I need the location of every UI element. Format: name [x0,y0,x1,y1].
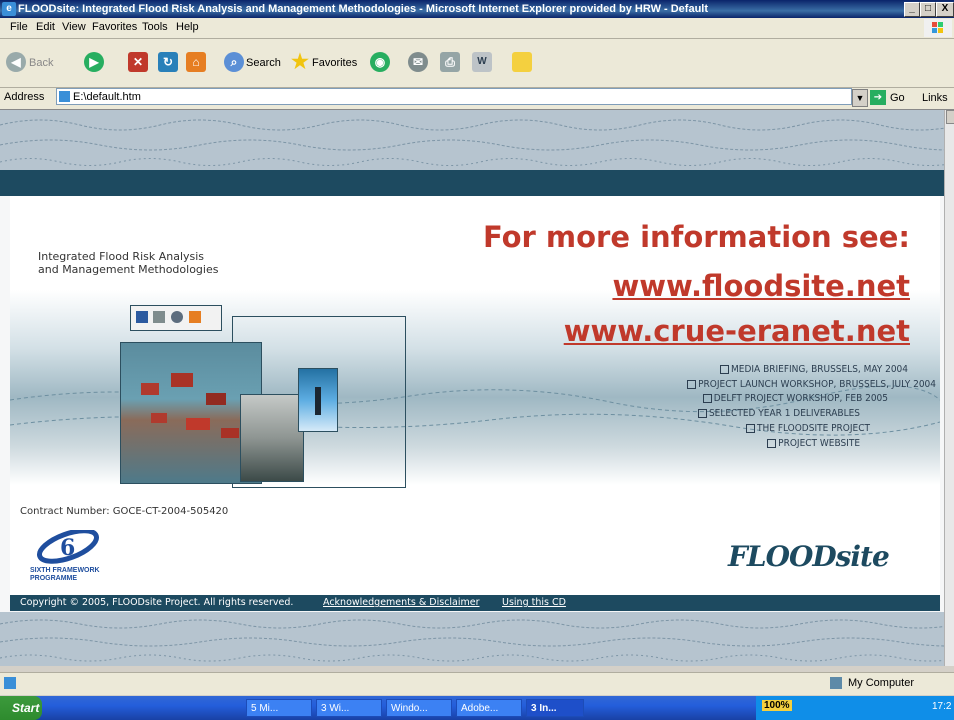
menu-tools[interactable]: Tools [142,21,168,33]
nav-link-media-briefing[interactable]: MEDIA BRIEFING, BRUSSELS, MAY 2004 [720,364,908,375]
start-button[interactable]: Start [0,696,42,720]
storm-wave-photo [240,394,304,482]
ie-app-icon: e [2,2,16,16]
header-dark-band [0,170,944,196]
subtitle-line-2: and Management Methodologies [38,263,219,276]
logo-flood-text: FLOOD [728,540,837,573]
address-input[interactable]: E:\default.htm [56,88,852,105]
nav-link-project-website[interactable]: PROJECT WEBSITE [767,438,860,449]
page-status-icon [4,677,16,689]
page-icon [59,91,70,102]
menu-file[interactable]: File [10,21,28,33]
vertical-scrollbar[interactable] [944,110,954,666]
search-button[interactable]: Search [246,57,281,69]
save-icon[interactable] [136,311,148,323]
checkbox-icon [720,364,730,374]
nav-link-list: MEDIA BRIEFING, BRUSSELS, MAY 2004 PROJE… [560,364,936,464]
lighthouse-photo [298,368,338,432]
menu-bar: File Edit View Favorites Tools Help [0,18,954,39]
checkbox-icon [746,423,756,433]
taskbar-button-ie[interactable]: 3 In... [526,699,584,717]
footer-dark-band: Copyright © 2005, FLOODsite Project. All… [10,595,940,611]
svg-text:6: 6 [60,535,75,561]
copyright-text: Copyright © 2005, FLOODsite Project. All… [20,597,294,608]
using-cd-link[interactable]: Using this CD [502,597,566,608]
address-value: E:\default.htm [73,91,141,103]
taskbar-button-window[interactable]: Windo... [386,699,452,717]
nav-link-delft-workshop[interactable]: DELFT PROJECT WORKSHOP, FEB 2005 [702,393,888,404]
acknowledgements-link[interactable]: Acknowledgements & Disclaimer [323,597,480,608]
window-title: FLOODsite: Integrated Flood Risk Analysi… [18,3,709,15]
zoom-indicator[interactable]: 100% [762,700,792,711]
print-icon[interactable]: ⎙ [440,52,460,72]
taskbar-button-windows[interactable]: 3 Wi... [316,699,382,717]
close-button[interactable]: X [936,2,954,17]
refresh-icon[interactable]: ↻ [158,52,178,72]
taskbar-button-adobe[interactable]: Adobe... [456,699,522,717]
media-icon[interactable]: ◉ [370,52,390,72]
nav-link-launch-workshop[interactable]: PROJECT LAUNCH WORKSHOP, BRUSSELS, JULY … [687,379,936,390]
minimize-button[interactable]: _ [904,2,920,17]
taskbar-button-mail[interactable]: 5 Mi... [246,699,312,717]
floodsite-logo: FLOODsite [728,540,890,573]
edit-word-icon[interactable]: W [472,52,492,72]
bottom-wave-band [0,612,944,666]
checkbox-icon [697,408,707,418]
clock: 17:2 [932,701,952,712]
page-tools-box [130,305,222,331]
back-arrow-icon[interactable]: ◀ [6,52,26,72]
checkbox-icon [702,393,712,403]
menu-edit[interactable]: Edit [36,21,55,33]
zone-label: My Computer [848,677,915,689]
my-computer-icon [830,677,842,689]
windows-logo-icon [924,19,952,37]
subtitle-line-1: Integrated Flood Risk Analysis [38,250,205,263]
back-button[interactable]: Back [29,57,53,69]
menu-view[interactable]: View [62,21,86,33]
checkbox-icon [767,438,777,448]
mail-icon[interactable]: ✉ [408,52,428,72]
address-label: Address [4,91,45,103]
window-title-bar[interactable]: e FLOODsite: Integrated Flood Risk Analy… [0,0,954,18]
folder-icon[interactable] [189,311,201,323]
print-page-icon[interactable] [153,311,165,323]
scroll-up-icon[interactable] [946,110,954,124]
favorites-star-icon[interactable]: ★ [290,52,310,72]
menu-favorites[interactable]: Favorites [92,21,137,33]
links-button[interactable]: Links [922,92,948,104]
system-tray: 100% 17:2 [756,696,954,720]
nav-link-deliverables[interactable]: SELECTED YEAR 1 DELIVERABLES [697,408,860,419]
fp6-label-2: PROGRAMME [30,575,78,582]
fp6-label-1: SIXTH FRAMEWORK [30,567,100,574]
crue-eranet-link[interactable]: www.crue-eranet.net [358,314,910,348]
search-icon[interactable]: ⌕ [224,52,244,72]
top-wave-band [0,110,944,170]
logo-site-text: site [835,540,890,573]
menu-help[interactable]: Help [176,21,199,33]
floodsite-link[interactable]: www.floodsite.net [358,269,910,303]
stop-icon[interactable]: ✕ [128,52,148,72]
status-bar: My Computer [0,672,954,695]
go-arrow-icon[interactable]: ➔ [870,90,886,105]
info-heading: For more information see: [482,220,910,254]
messenger-icon[interactable] [512,52,532,72]
forward-arrow-icon[interactable]: ▶ [84,52,104,72]
maximize-button[interactable]: □ [920,2,936,17]
nav-link-floodsite-project[interactable]: THE FLOODSITE PROJECT [746,423,870,434]
favorites-button[interactable]: Favorites [312,57,357,69]
cd-icon[interactable] [171,311,183,323]
contract-number: Contract Number: GOCE-CT-2004-505420 [20,506,229,517]
checkbox-icon [687,379,697,389]
address-dropdown-chevron-icon[interactable]: ▼ [852,89,868,107]
fp6-logo: 6 [30,528,110,564]
go-button[interactable]: Go [890,92,905,104]
home-icon[interactable]: ⌂ [186,52,206,72]
